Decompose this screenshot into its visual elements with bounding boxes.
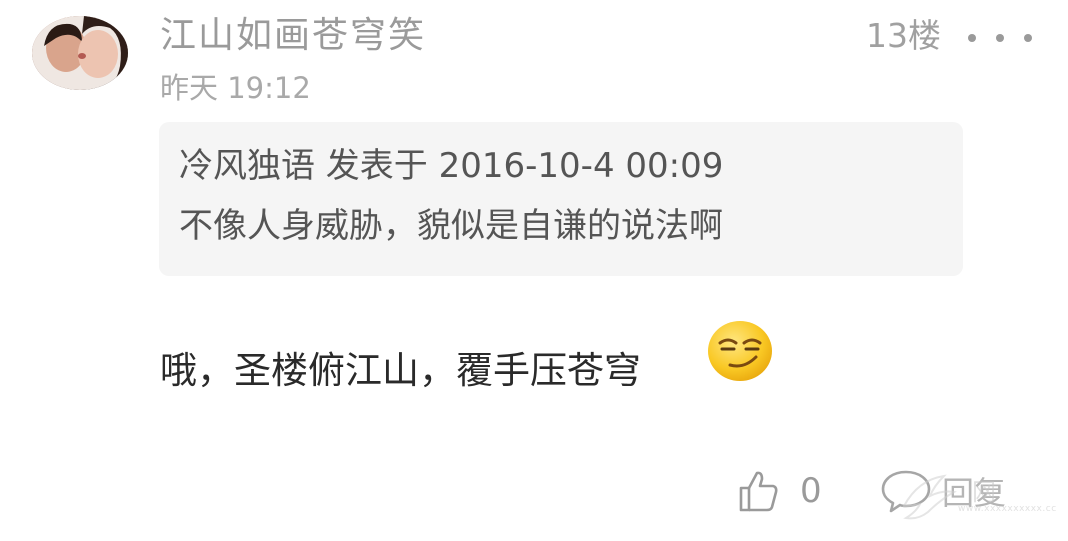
more-dots-icon[interactable]: [968, 20, 1032, 56]
post-time: 昨天 19:12: [160, 71, 311, 105]
smirk-emoji-icon: [706, 319, 774, 383]
quoted-post[interactable]: 冷风独语 发表于 2016-10-4 00:09 不像人身威胁，貌似是自谦的说法…: [159, 122, 963, 276]
thumbs-up-icon: [738, 470, 778, 512]
user-avatar[interactable]: [32, 16, 128, 90]
more-dot: [968, 34, 976, 42]
floor-number: 13楼: [866, 16, 941, 55]
reply-label: 回复: [942, 474, 1007, 512]
more-dot: [996, 34, 1004, 42]
more-dot: [1024, 34, 1032, 42]
reply-button[interactable]: 回复: [880, 468, 1006, 514]
username[interactable]: 江山如画苍穹笑: [160, 12, 426, 60]
like-button[interactable]: 0: [738, 468, 822, 514]
comment-bubble-icon: [880, 468, 932, 514]
reply-content: 哦，圣楼俯江山，覆手压苍穹: [160, 349, 641, 392]
like-count: 0: [800, 471, 822, 511]
quote-meta: 冷风独语 发表于 2016-10-4 00:09: [179, 146, 724, 186]
quote-text: 不像人身威胁，貌似是自谦的说法啊: [179, 206, 723, 246]
